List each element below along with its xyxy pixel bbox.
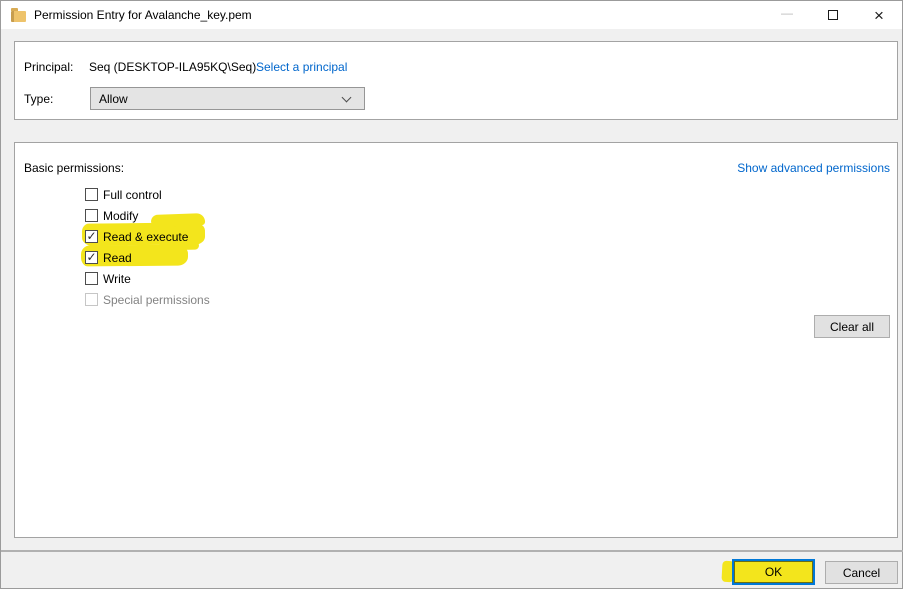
minimize-button[interactable]: — xyxy=(764,1,810,29)
checkbox-read[interactable]: ✓ xyxy=(85,251,98,264)
type-label: Type: xyxy=(24,92,53,106)
permission-entry-dialog: Permission Entry for Avalanche_key.pem —… xyxy=(0,0,903,589)
minimize-icon: — xyxy=(781,6,793,20)
window-controls: — × xyxy=(764,1,902,29)
cancel-button[interactable]: Cancel xyxy=(825,561,898,584)
close-button[interactable]: × xyxy=(856,1,902,29)
checkbox-special-permissions xyxy=(85,293,98,306)
type-dropdown-value: Allow xyxy=(91,92,343,106)
window-title: Permission Entry for Avalanche_key.pem xyxy=(34,8,252,22)
permission-row-read[interactable]: ✓ Read xyxy=(85,250,132,265)
footer-divider xyxy=(1,550,903,552)
maximize-button[interactable] xyxy=(810,1,856,29)
close-icon: × xyxy=(874,7,884,24)
principal-panel: Principal: Seq (DESKTOP-ILA95KQ\Seq) Sel… xyxy=(14,41,898,120)
principal-value: Seq (DESKTOP-ILA95KQ\Seq) xyxy=(89,60,256,74)
clear-all-button[interactable]: Clear all xyxy=(814,315,890,338)
checkbox-write[interactable] xyxy=(85,272,98,285)
folder-icon xyxy=(11,11,26,22)
checkbox-read-execute[interactable]: ✓ xyxy=(85,230,98,243)
permission-label: Write xyxy=(103,272,131,286)
title-bar: Permission Entry for Avalanche_key.pem —… xyxy=(1,1,902,29)
select-principal-link[interactable]: Select a principal xyxy=(256,60,347,74)
permission-label: Special permissions xyxy=(103,293,210,307)
maximize-icon xyxy=(828,10,838,20)
permission-row-write[interactable]: Write xyxy=(85,271,131,286)
principal-label: Principal: xyxy=(24,60,73,74)
permission-label: Full control xyxy=(103,188,162,202)
checkbox-full-control[interactable] xyxy=(85,188,98,201)
marker-highlight-stroke xyxy=(151,213,205,227)
permission-label: Modify xyxy=(103,209,138,223)
basic-permissions-label: Basic permissions: xyxy=(24,161,124,175)
chevron-down-icon xyxy=(342,92,352,102)
permission-row-special: Special permissions xyxy=(85,292,210,307)
ok-button[interactable]: OK xyxy=(732,559,815,585)
show-advanced-permissions-link[interactable]: Show advanced permissions xyxy=(737,161,890,175)
permission-row-modify[interactable]: Modify xyxy=(85,208,138,223)
permission-label: Read & execute xyxy=(103,230,188,244)
permission-row-read-execute[interactable]: ✓ Read & execute xyxy=(85,229,188,244)
type-dropdown[interactable]: Allow xyxy=(90,87,365,110)
permission-row-full-control[interactable]: Full control xyxy=(85,187,162,202)
permissions-panel: Basic permissions: Show advanced permiss… xyxy=(14,142,898,538)
permission-label: Read xyxy=(103,251,132,265)
checkbox-modify[interactable] xyxy=(85,209,98,222)
